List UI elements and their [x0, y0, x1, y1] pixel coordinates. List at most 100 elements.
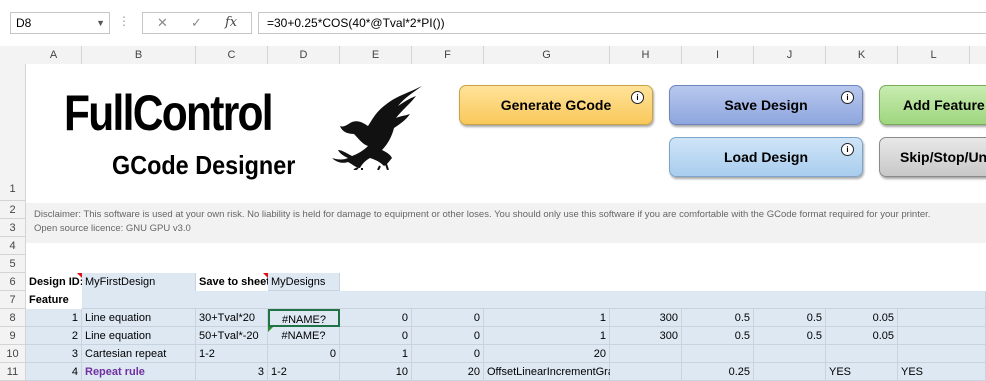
- column-header-j[interactable]: J: [754, 46, 826, 64]
- save-design-button[interactable]: Save Design i: [669, 85, 863, 125]
- insert-function-icon[interactable]: fx: [225, 15, 237, 30]
- cell-d8-selected[interactable]: #NAME?: [268, 309, 340, 327]
- cell-j10[interactable]: [754, 345, 826, 363]
- row-header-11[interactable]: 11: [0, 363, 26, 381]
- cell-c8[interactable]: 30+Tval*20: [196, 309, 268, 327]
- feature-header[interactable]: Feature: [26, 291, 82, 309]
- logo-title: FullControl: [64, 85, 274, 141]
- cell-f9[interactable]: 0: [412, 327, 484, 345]
- cell-b9[interactable]: Line equation: [82, 327, 196, 345]
- cell-i11[interactable]: 0.25: [682, 363, 754, 381]
- cell-k9[interactable]: 0.05: [826, 327, 898, 345]
- cell-h11[interactable]: [610, 363, 682, 381]
- cell-f8[interactable]: 0: [412, 309, 484, 327]
- error-indicator[interactable]: [268, 327, 273, 332]
- save-to-sheet-cell[interactable]: MyDesigns: [268, 273, 340, 291]
- cell-d10[interactable]: 0: [268, 345, 340, 363]
- column-header-k[interactable]: K: [826, 46, 898, 64]
- cell-f10[interactable]: 0: [412, 345, 484, 363]
- cell-j11[interactable]: [754, 363, 826, 381]
- more-options-icon[interactable]: ⋮: [118, 14, 130, 28]
- cell-c9[interactable]: 50+Tval*-20: [196, 327, 268, 345]
- column-header-g[interactable]: G: [484, 46, 610, 64]
- cell-f11[interactable]: 20: [412, 363, 484, 381]
- row-header-3[interactable]: 3: [0, 219, 26, 237]
- licence-text: Open source licence: GNU GPU v3.0: [34, 223, 191, 234]
- cell-a9[interactable]: 2: [26, 327, 82, 345]
- cell-j8[interactable]: 0.5: [754, 309, 826, 327]
- column-header-e[interactable]: E: [340, 46, 412, 64]
- cell-d9[interactable]: #NAME?: [268, 327, 340, 345]
- column-header-i[interactable]: I: [682, 46, 754, 64]
- cell-e9[interactable]: 0: [340, 327, 412, 345]
- cell-j9[interactable]: 0.5: [754, 327, 826, 345]
- name-box[interactable]: D8 ▼: [10, 12, 110, 34]
- cell-h10[interactable]: [610, 345, 682, 363]
- cell-i10[interactable]: [682, 345, 754, 363]
- save-to-sheet-label[interactable]: Save to sheet:: [196, 273, 274, 291]
- cell-g10[interactable]: 20: [484, 345, 610, 363]
- design-id-cell[interactable]: MyFirstDesign: [82, 273, 196, 291]
- column-header-a[interactable]: A: [26, 46, 82, 64]
- cell-e8[interactable]: 0: [340, 309, 412, 327]
- cell-c10[interactable]: 1-2: [196, 345, 268, 363]
- row-header-6[interactable]: 6: [0, 273, 26, 291]
- cell-h9[interactable]: 300: [610, 327, 682, 345]
- cell-l10[interactable]: [898, 345, 986, 363]
- cell-l11[interactable]: YES: [898, 363, 986, 381]
- cell-a10[interactable]: 3: [26, 345, 82, 363]
- row-header-2[interactable]: 2: [0, 201, 26, 219]
- column-header-c[interactable]: C: [196, 46, 268, 64]
- cell-g11[interactable]: OffsetLinearIncrementGraded: [484, 363, 632, 381]
- row-header-10[interactable]: 10: [0, 345, 26, 363]
- cell-b10[interactable]: Cartesian repeat: [82, 345, 196, 363]
- cell-b11[interactable]: Repeat rule: [82, 363, 196, 381]
- cell-i9[interactable]: 0.5: [682, 327, 754, 345]
- info-icon[interactable]: i: [841, 91, 854, 104]
- cell-k11[interactable]: YES: [826, 363, 898, 381]
- row-header-8[interactable]: 8: [0, 309, 26, 327]
- formula-input[interactable]: =30+0.25*COS(40*@Tval*2*PI()): [258, 12, 986, 34]
- column-header-l[interactable]: L: [898, 46, 970, 64]
- cell-b8[interactable]: Line equation: [82, 309, 196, 327]
- column-header-f[interactable]: F: [412, 46, 484, 64]
- comment-indicator[interactable]: [77, 273, 82, 278]
- row-header-4[interactable]: 4: [0, 237, 26, 255]
- cell-k8[interactable]: 0.05: [826, 309, 898, 327]
- cell-g8[interactable]: 1: [484, 309, 610, 327]
- chevron-down-icon[interactable]: ▼: [96, 13, 105, 33]
- row-header-9[interactable]: 9: [0, 327, 26, 345]
- add-feature-button[interactable]: Add Feature: [879, 85, 986, 125]
- cancel-icon[interactable]: ✕: [157, 15, 168, 31]
- column-headers: A B C D E F G H I J K L: [0, 46, 986, 65]
- load-design-label: Load Design: [723, 149, 808, 165]
- cell-a11[interactable]: 4: [26, 363, 82, 381]
- cell-l8[interactable]: [898, 309, 986, 327]
- column-header-d[interactable]: D: [268, 46, 340, 64]
- skip-stop-unskip-button[interactable]: Skip/Stop/Unskip: [879, 137, 986, 177]
- column-header-h[interactable]: H: [610, 46, 682, 64]
- eagle-icon: [332, 86, 422, 170]
- cell-e11[interactable]: 10: [340, 363, 412, 381]
- design-id-label[interactable]: Design ID:: [26, 273, 83, 291]
- row-header-1[interactable]: 1: [0, 64, 26, 201]
- feature-row-band: [82, 291, 986, 309]
- cell-i8[interactable]: 0.5: [682, 309, 754, 327]
- load-design-button[interactable]: Load Design i: [669, 137, 863, 177]
- cell-g9[interactable]: 1: [484, 327, 610, 345]
- cell-e10[interactable]: 1: [340, 345, 412, 363]
- row-header-7[interactable]: 7: [0, 291, 26, 309]
- info-icon[interactable]: i: [631, 91, 644, 104]
- row-header-5[interactable]: 5: [0, 255, 26, 273]
- cell-l9[interactable]: [898, 327, 986, 345]
- cell-a8[interactable]: 1: [26, 309, 82, 327]
- generate-gcode-button[interactable]: Generate GCode i: [459, 85, 653, 125]
- generate-gcode-label: Generate GCode: [500, 97, 612, 113]
- enter-icon[interactable]: ✓: [191, 15, 202, 31]
- cell-h8[interactable]: 300: [610, 309, 682, 327]
- column-header-b[interactable]: B: [82, 46, 196, 64]
- cell-c11[interactable]: 3: [196, 363, 268, 381]
- cell-d11[interactable]: 1-2: [268, 363, 340, 381]
- cell-k10[interactable]: [826, 345, 898, 363]
- info-icon[interactable]: i: [841, 143, 854, 156]
